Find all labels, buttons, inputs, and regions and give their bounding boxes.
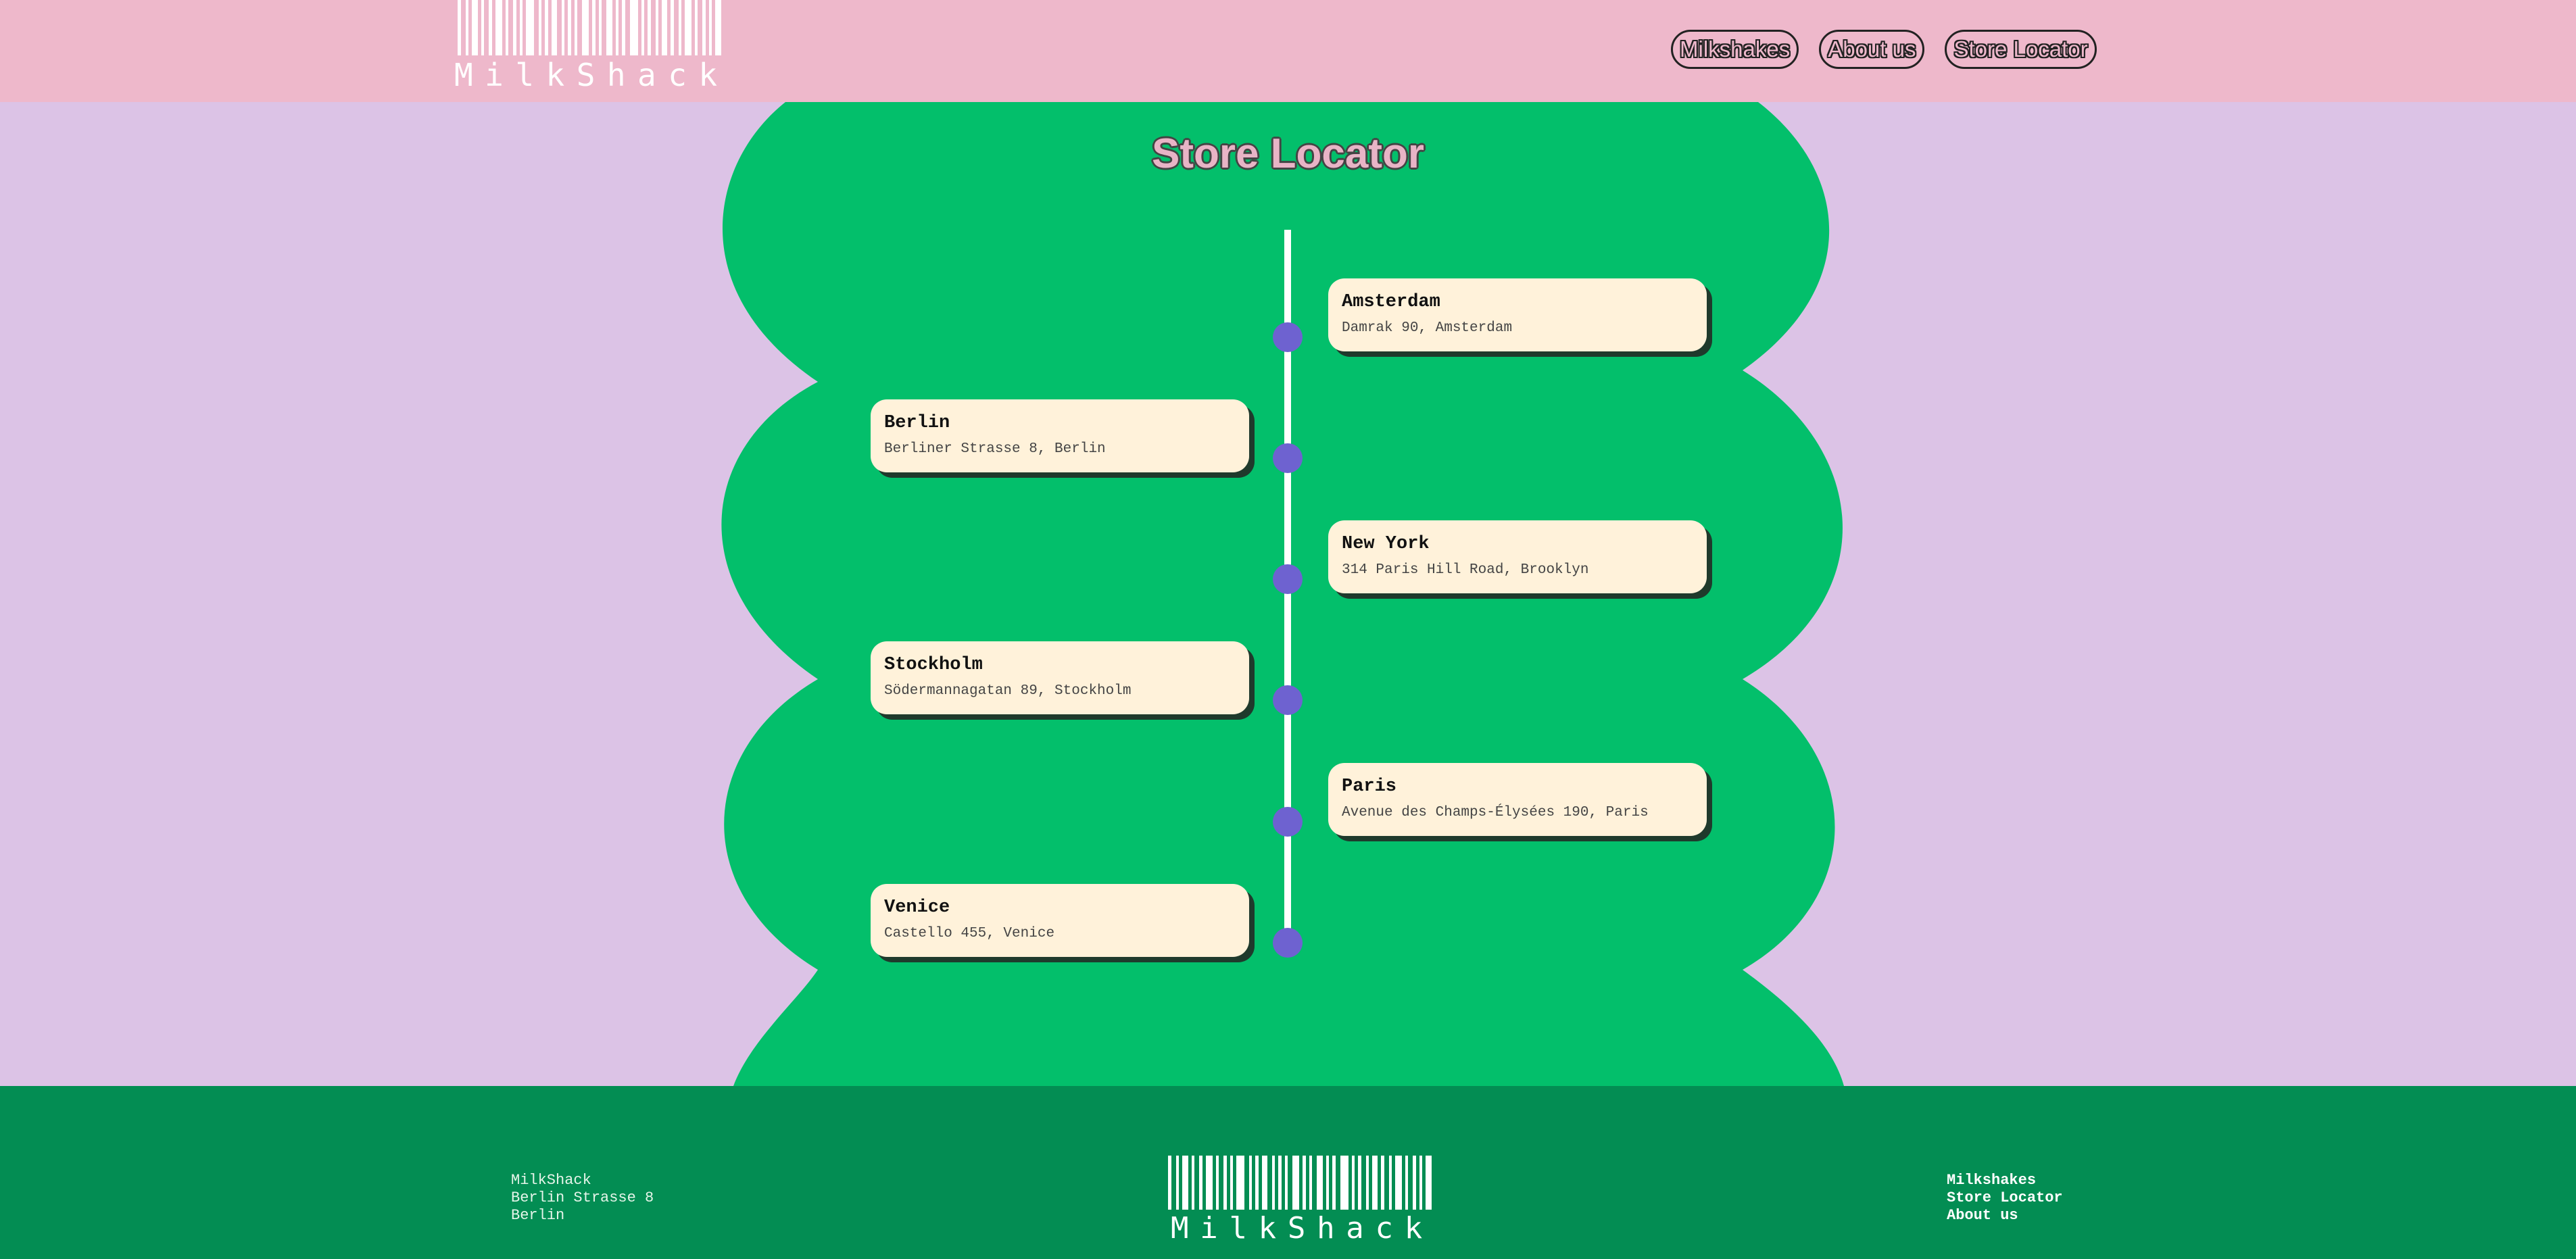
barcode-stripe bbox=[1326, 1156, 1329, 1210]
barcode-stripe bbox=[1272, 1156, 1275, 1210]
store-card-stockholm[interactable]: Stockholm Södermannagatan 89, Stockholm bbox=[871, 641, 1249, 714]
footer-address: MilkShack Berlin Strasse 8 Berlin bbox=[511, 1172, 654, 1225]
barcode-stripe bbox=[1413, 1156, 1416, 1210]
barcode-stripe bbox=[1262, 1156, 1267, 1210]
barcode-stripe bbox=[1309, 1156, 1312, 1210]
store-name: Venice bbox=[884, 897, 950, 918]
store-address: Castello 455, Venice bbox=[884, 926, 1055, 941]
store-name: New York bbox=[1342, 534, 1430, 554]
footer-nav: Milkshakes Store Locator About us bbox=[1947, 1172, 2063, 1225]
barcode-stripe bbox=[1278, 1156, 1282, 1210]
barcode-stripe bbox=[1182, 1156, 1188, 1210]
timeline-dot-stockholm bbox=[1273, 685, 1303, 715]
timeline-dot-berlin bbox=[1273, 443, 1303, 473]
store-address: Berliner Strasse 8, Berlin bbox=[884, 441, 1106, 457]
footer-address-line: Berlin Strasse 8 bbox=[511, 1189, 654, 1206]
store-name: Paris bbox=[1342, 776, 1397, 797]
footer-address-line: Berlin bbox=[511, 1207, 565, 1224]
footer-link-store-locator[interactable]: Store Locator bbox=[1947, 1189, 2063, 1207]
barcode-stripe bbox=[1381, 1156, 1384, 1210]
barcode-stripe bbox=[1317, 1156, 1323, 1210]
barcode-stripe bbox=[1389, 1156, 1392, 1210]
store-address: 314 Paris Hill Road, Brooklyn bbox=[1342, 562, 1589, 578]
barcode-stripe bbox=[1366, 1156, 1369, 1210]
barcode-stripe bbox=[1332, 1156, 1336, 1210]
barcode-stripe bbox=[1216, 1156, 1219, 1210]
barcode-stripe bbox=[1395, 1156, 1402, 1210]
timeline-dot-venice bbox=[1273, 928, 1303, 958]
barcode-stripe bbox=[1340, 1156, 1348, 1210]
barcode-stripe bbox=[1352, 1156, 1355, 1210]
store-card-paris[interactable]: Paris Avenue des Champs-Élysées 190, Par… bbox=[1328, 763, 1707, 836]
store-card-amsterdam[interactable]: Amsterdam Damrak 90, Amsterdam bbox=[1328, 278, 1707, 351]
store-name: Amsterdam bbox=[1342, 292, 1440, 312]
store-card-new-york[interactable]: New York 314 Paris Hill Road, Brooklyn bbox=[1328, 520, 1707, 593]
store-address: Damrak 90, Amsterdam bbox=[1342, 320, 1513, 336]
barcode-stripe bbox=[1206, 1156, 1213, 1210]
timeline-dot-amsterdam bbox=[1273, 322, 1303, 352]
page-title: Store Locator bbox=[1151, 130, 1425, 177]
barcode-stripe bbox=[1419, 1156, 1422, 1210]
barcode-stripe bbox=[1168, 1156, 1171, 1210]
barcode-stripe bbox=[1255, 1156, 1259, 1210]
footer-link-milkshakes[interactable]: Milkshakes bbox=[1947, 1172, 2063, 1189]
footer-address-line: MilkShack bbox=[511, 1172, 591, 1189]
barcode-stripe bbox=[1223, 1156, 1227, 1210]
barcode-stripe bbox=[1230, 1156, 1233, 1210]
store-name: Berlin bbox=[884, 413, 950, 433]
barcode-stripe bbox=[1292, 1156, 1299, 1210]
barcode-stripe bbox=[1199, 1156, 1202, 1210]
footer-logo[interactable]: MilkShack bbox=[1168, 1156, 1436, 1243]
store-card-venice[interactable]: Venice Castello 455, Venice bbox=[871, 884, 1249, 957]
barcode-stripe bbox=[1236, 1156, 1244, 1210]
barcode-stripe bbox=[1192, 1156, 1194, 1210]
site-footer: MilkShack Berlin Strasse 8 Berlin MilkSh… bbox=[0, 1086, 2576, 1259]
store-address: Avenue des Champs-Élysées 190, Paris bbox=[1342, 805, 1649, 820]
barcode-stripe bbox=[1358, 1156, 1361, 1210]
logo-text: MilkShack bbox=[1171, 1211, 1434, 1245]
barcode-stripe bbox=[1176, 1156, 1179, 1210]
timeline-dot-paris bbox=[1273, 807, 1303, 837]
barcode-stripe bbox=[1303, 1156, 1306, 1210]
barcode-icon bbox=[1168, 1156, 1436, 1210]
barcode-stripe bbox=[1249, 1156, 1252, 1210]
timeline-dot-new-york bbox=[1273, 564, 1303, 594]
store-card-berlin[interactable]: Berlin Berliner Strasse 8, Berlin bbox=[871, 399, 1249, 472]
store-address: Södermannagatan 89, Stockholm bbox=[884, 683, 1132, 699]
footer-link-about-us[interactable]: About us bbox=[1947, 1207, 2063, 1225]
barcode-stripe bbox=[1405, 1156, 1408, 1210]
barcode-stripe bbox=[1426, 1156, 1432, 1210]
barcode-stripe bbox=[1285, 1156, 1288, 1210]
barcode-stripe bbox=[1372, 1156, 1378, 1210]
store-name: Stockholm bbox=[884, 655, 983, 675]
